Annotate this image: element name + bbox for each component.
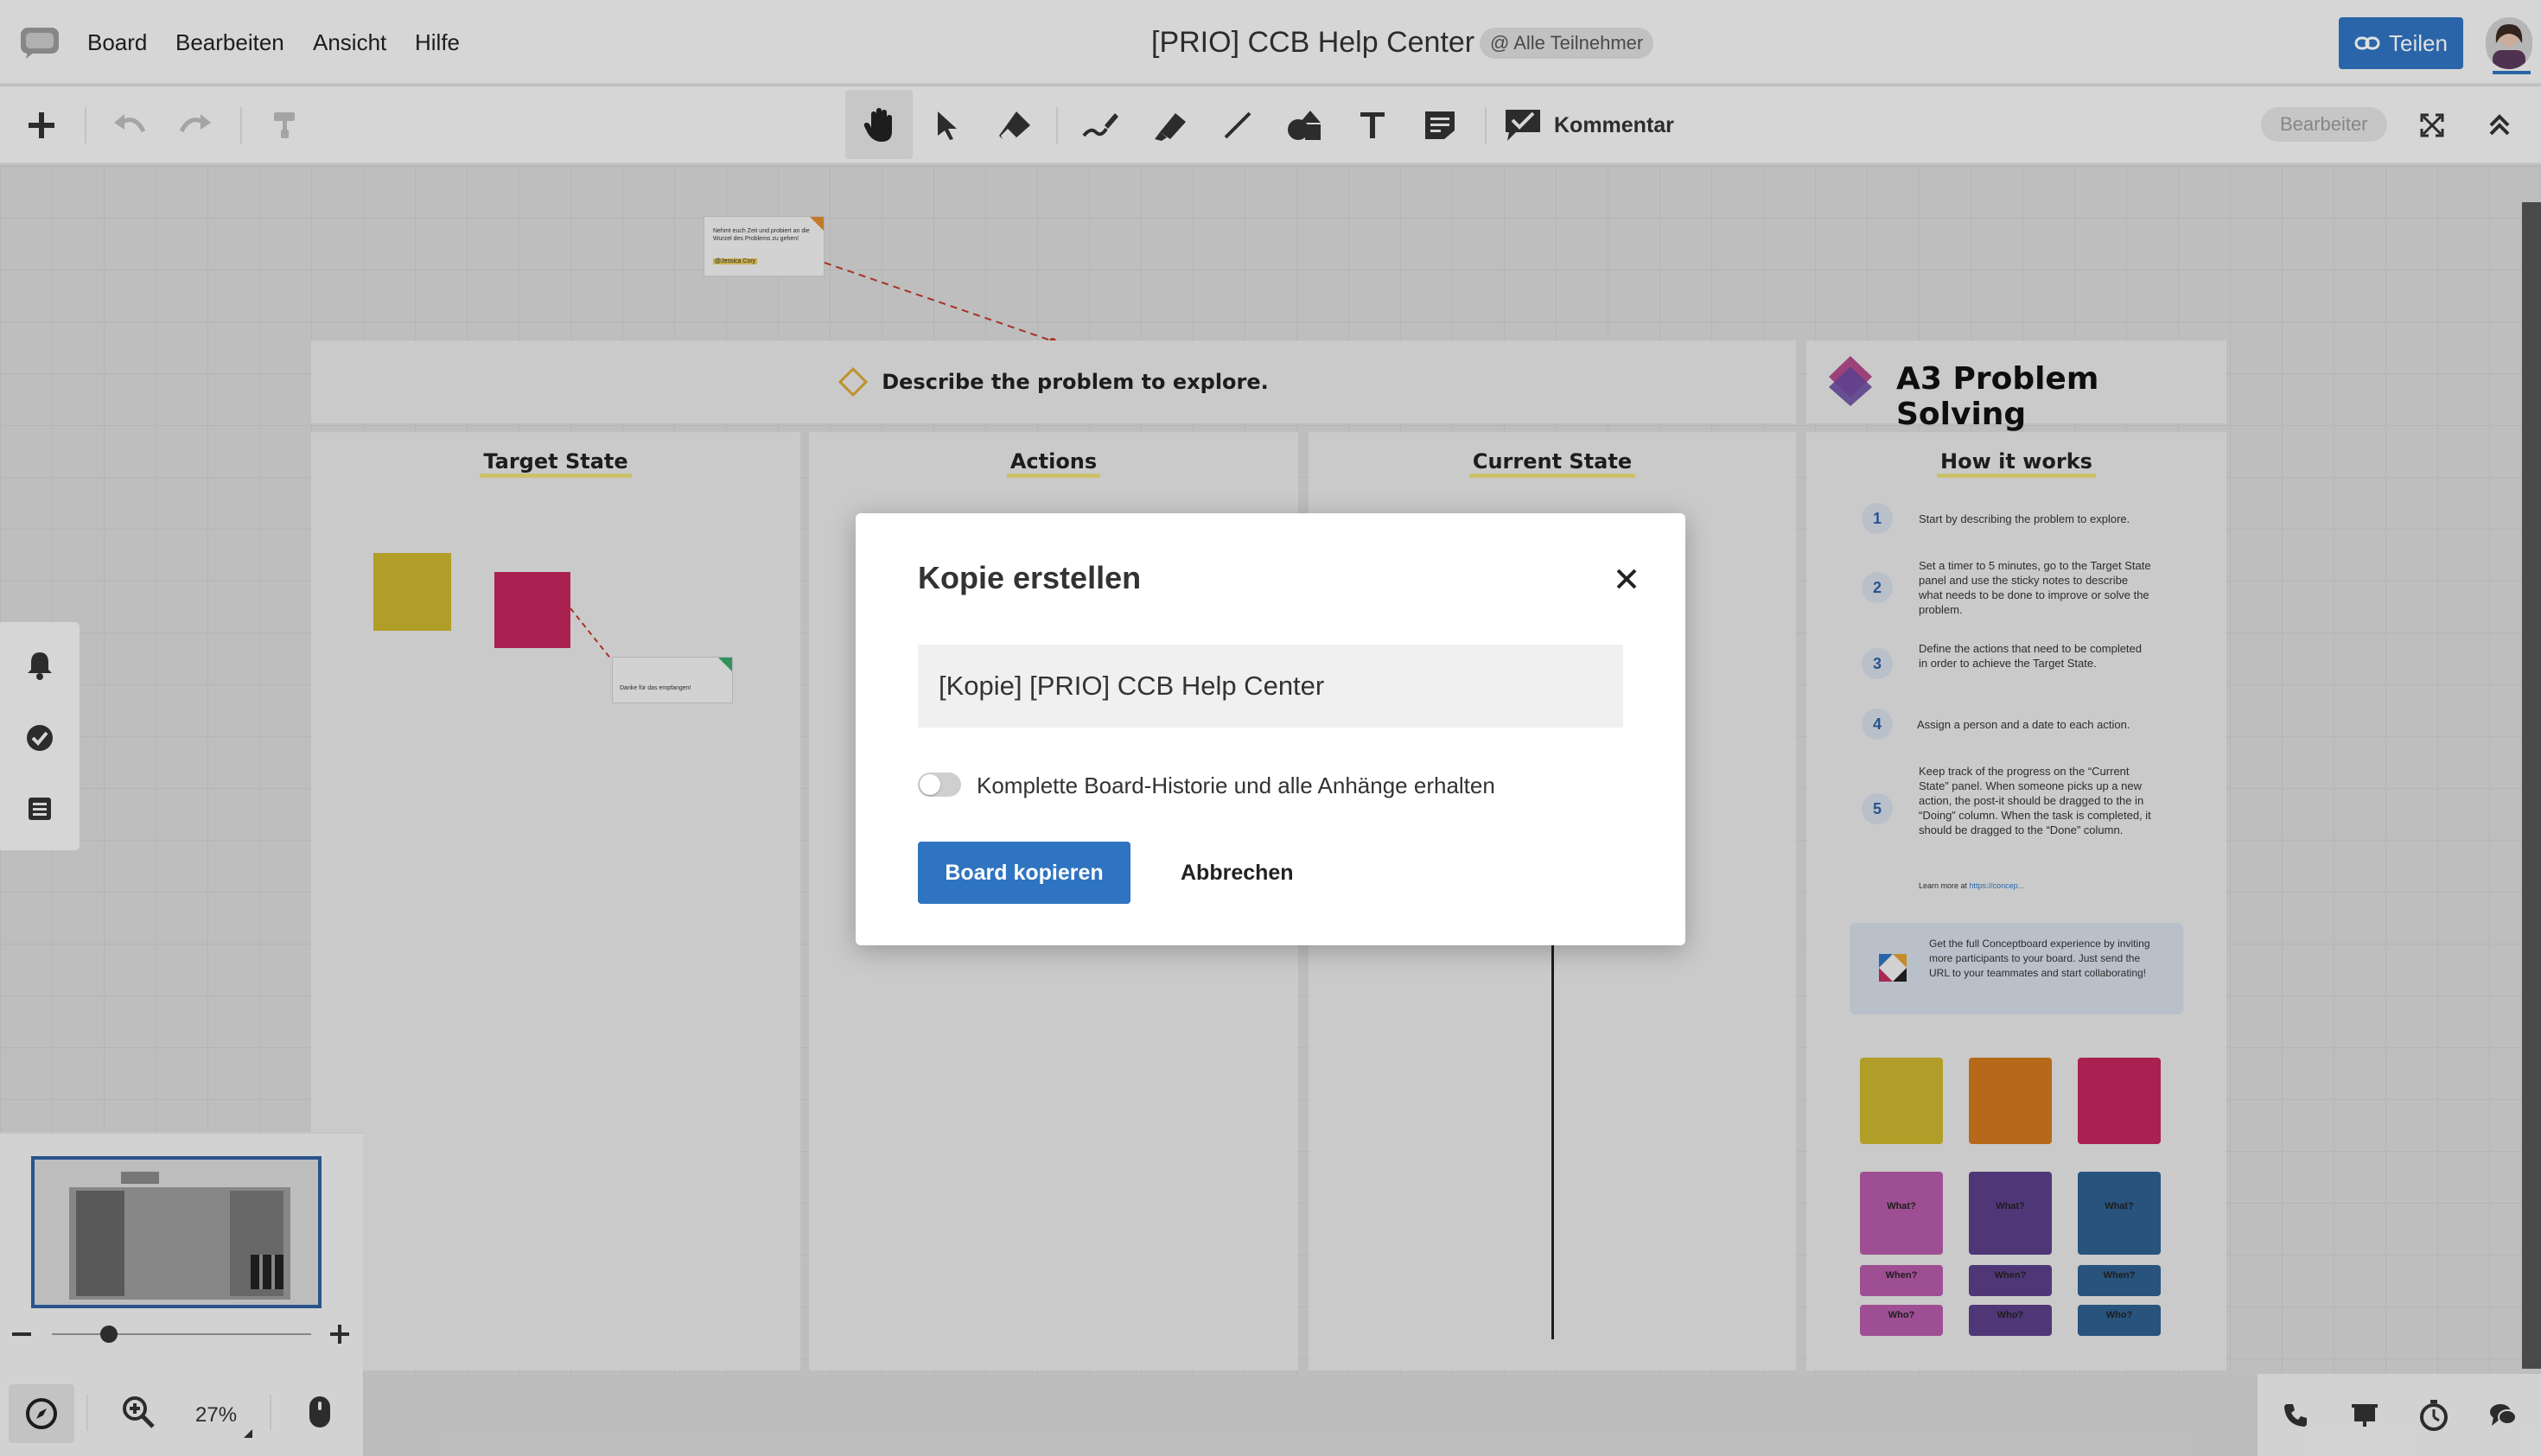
history-toggle[interactable] <box>918 773 961 797</box>
dialog-title: Kopie erstellen <box>918 560 1142 595</box>
copy-board-dialog: Kopie erstellen Komplette Board-Historie… <box>856 513 1685 945</box>
history-toggle-label[interactable]: Komplette Board-Historie und alle Anhäng… <box>977 773 1495 799</box>
cancel-button[interactable]: Abbrechen <box>1160 842 1315 904</box>
toggle-knob <box>920 774 940 795</box>
board-name-input[interactable] <box>918 645 1623 728</box>
close-icon[interactable] <box>1609 562 1644 596</box>
copy-board-button[interactable]: Board kopieren <box>918 842 1130 904</box>
